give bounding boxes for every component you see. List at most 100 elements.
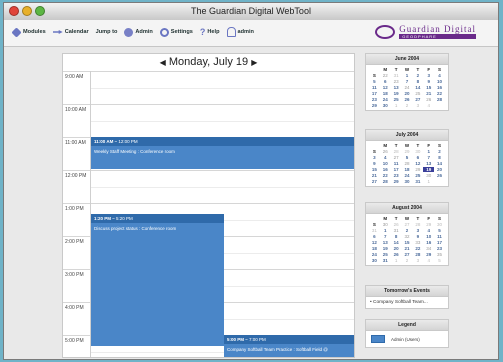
day-cell[interactable]: 6 [380, 79, 391, 84]
day-cell[interactable]: 26 [402, 97, 413, 102]
nav-modules[interactable]: Modules [11, 26, 46, 38]
month-title[interactable]: July 2004 [366, 130, 448, 141]
day-cell[interactable]: 5 [369, 79, 380, 84]
nav-admin[interactable]: Admin [124, 27, 153, 37]
day-cell[interactable]: 3 [412, 103, 423, 108]
day-cell[interactable]: 4 [423, 228, 434, 233]
day-cell[interactable]: 3 [412, 228, 423, 233]
day-cell[interactable]: 29 [391, 179, 402, 184]
prev-day-button[interactable]: ◀ [160, 58, 166, 67]
day-cell[interactable]: 7 [423, 155, 434, 160]
day-cell[interactable]: 3 [412, 258, 423, 263]
day-cell[interactable]: 6 [412, 155, 423, 160]
day-cell[interactable]: 10 [434, 79, 445, 84]
week-number[interactable]: 33 [412, 240, 423, 245]
day-cell[interactable]: 2 [412, 73, 423, 78]
day-cell[interactable]: 13 [391, 85, 402, 90]
day-cell[interactable]: 25 [380, 252, 391, 257]
day-cell[interactable]: 2 [402, 103, 413, 108]
month-title[interactable]: June 2004 [366, 54, 448, 65]
day-cell[interactable]: 16 [434, 85, 445, 90]
event-softball-practice[interactable]: 5:00 PM – 7:00 PM Company Softball Team … [224, 335, 354, 357]
day-cell[interactable]: 5 [434, 228, 445, 233]
day-cell[interactable]: 23 [391, 173, 402, 178]
week-number[interactable]: 31 [391, 228, 402, 233]
day-cell[interactable]: 17 [391, 167, 402, 172]
event-discuss-project-status[interactable]: 1:20 PM – 5:20 PM Discuss project status… [91, 214, 224, 346]
day-cell[interactable]: 3 [423, 73, 434, 78]
day-cell[interactable]: 14 [434, 161, 445, 166]
day-cell[interactable]: 1 [402, 73, 413, 78]
day-cell[interactable]: 31 [369, 228, 380, 233]
week-number[interactable]: 22 [380, 73, 391, 78]
day-cell[interactable]: 22 [380, 173, 391, 178]
day-cell[interactable]: 25 [412, 173, 423, 178]
day-cell[interactable]: 30 [380, 103, 391, 108]
day-cell[interactable]: 10 [423, 234, 434, 239]
day-cell[interactable]: 21 [369, 173, 380, 178]
day-cell[interactable]: 20 [402, 91, 413, 96]
day-cell[interactable]: 4 [434, 73, 445, 78]
week-number[interactable]: 23 [391, 79, 402, 84]
day-cell[interactable]: 10 [380, 161, 391, 166]
tomorrow-event-item[interactable]: • Company Softball Team... [366, 297, 448, 308]
day-cell[interactable]: 11 [391, 161, 402, 166]
day-cell[interactable]: 14 [391, 240, 402, 245]
selected-day[interactable]: 19 [423, 167, 435, 172]
day-cell[interactable]: 13 [380, 240, 391, 245]
day-cell[interactable]: 19 [380, 246, 391, 251]
day-cell[interactable]: 30 [402, 179, 413, 184]
day-cell[interactable]: 4 [380, 155, 391, 160]
week-number[interactable]: 24 [402, 85, 413, 90]
day-cell[interactable]: 7 [402, 79, 413, 84]
day-cell[interactable]: 28 [434, 97, 445, 102]
week-number[interactable]: 32 [402, 234, 413, 239]
day-cell[interactable]: 28 [380, 179, 391, 184]
day-cell[interactable]: 21 [402, 246, 413, 251]
day-cell[interactable]: 11 [369, 85, 380, 90]
day-cell[interactable]: 18 [369, 246, 380, 251]
day-cell[interactable]: 30 [369, 258, 380, 263]
day-cell[interactable]: 21 [423, 91, 434, 96]
day-cell[interactable]: 8 [434, 155, 445, 160]
day-cell[interactable]: 14 [412, 85, 423, 90]
day-cell[interactable]: 24 [380, 97, 391, 102]
day-cell[interactable]: 12 [412, 161, 423, 166]
week-number[interactable]: 30 [423, 173, 434, 178]
day-cell[interactable]: 9 [369, 161, 380, 166]
day-cell[interactable]: 1 [380, 228, 391, 233]
day-cell[interactable]: 16 [423, 240, 434, 245]
day-cell[interactable]: 29 [402, 149, 413, 154]
day-cell[interactable]: 9 [412, 234, 423, 239]
day-cell[interactable]: 16 [380, 167, 391, 172]
day-cell[interactable]: 31 [380, 258, 391, 263]
day-cell[interactable]: 12 [380, 85, 391, 90]
day-cell[interactable]: 1 [391, 103, 402, 108]
day-cell[interactable]: 31 [412, 179, 423, 184]
day-cell[interactable]: 18 [402, 167, 413, 172]
day-cell[interactable]: 27 [402, 252, 413, 257]
week-number[interactable]: 26 [423, 97, 434, 102]
day-cell[interactable]: 28 [412, 222, 423, 227]
day-cell[interactable]: 15 [402, 240, 413, 245]
day-cell[interactable]: 30 [412, 149, 423, 154]
day-cell[interactable]: 27 [412, 97, 423, 102]
day-cell[interactable]: 19 [391, 91, 402, 96]
day-cell[interactable]: 8 [412, 79, 423, 84]
week-number[interactable]: 28 [402, 161, 413, 166]
day-cell[interactable]: 12 [369, 240, 380, 245]
week-number[interactable]: 30 [380, 222, 391, 227]
day-cell[interactable]: 23 [369, 97, 380, 102]
day-cell[interactable]: 29 [423, 222, 434, 227]
day-cell[interactable]: 1 [391, 258, 402, 263]
day-cell[interactable]: 3 [369, 155, 380, 160]
day-cell[interactable]: 7 [380, 234, 391, 239]
nav-calendar[interactable]: Calendar [52, 29, 89, 35]
week-number[interactable]: 35 [434, 252, 445, 257]
nav-jump-to[interactable]: Jump to [96, 29, 118, 35]
day-cell[interactable]: 8 [391, 234, 402, 239]
day-cell[interactable]: 17 [434, 240, 445, 245]
day-cell[interactable]: 20 [391, 246, 402, 251]
day-cell[interactable]: 31 [391, 73, 402, 78]
day-cell[interactable]: 28 [412, 252, 423, 257]
